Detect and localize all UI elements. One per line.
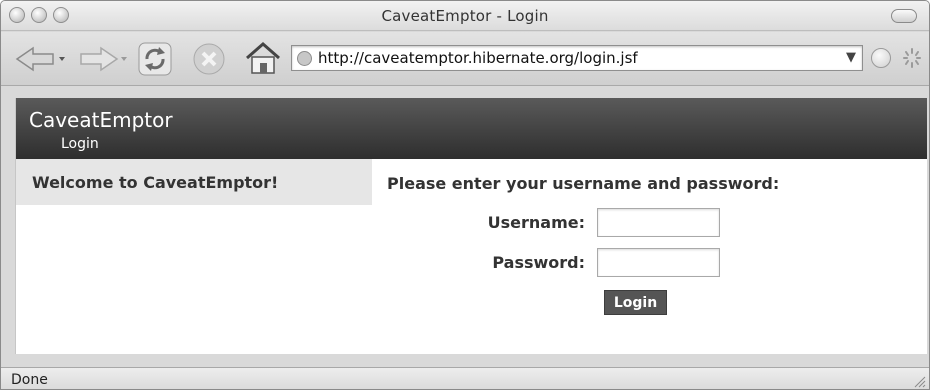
- login-button[interactable]: Login: [604, 290, 667, 315]
- page-viewport: CaveatEmptor Login Welcome to CaveatEmpt…: [15, 98, 927, 354]
- page-subtitle: Login: [61, 136, 99, 152]
- password-field[interactable]: [597, 248, 720, 277]
- globe-icon: [297, 51, 312, 66]
- toolbar-toggle-button[interactable]: [891, 9, 917, 23]
- site-header: CaveatEmptor Login: [16, 98, 927, 159]
- address-bar[interactable]: http://caveatemptor.hibernate.org/login.…: [291, 45, 863, 71]
- browser-toolbar: http://caveatemptor.hibernate.org/login.…: [1, 32, 929, 86]
- window-title: CaveatEmptor - Login: [381, 7, 549, 25]
- chevron-down-icon[interactable]: ▼: [846, 50, 856, 65]
- status-text: Done: [11, 372, 48, 388]
- site-name[interactable]: CaveatEmptor: [29, 108, 173, 132]
- title-bar: CaveatEmptor - Login: [1, 1, 929, 31]
- resize-grip-icon[interactable]: [912, 374, 926, 388]
- sidebar: Welcome to CaveatEmptor!: [16, 159, 372, 205]
- address-bar-url: http://caveatemptor.hibernate.org/login.…: [318, 49, 638, 67]
- forward-icon[interactable]: [73, 44, 129, 74]
- login-instructions: Please enter your username and password:: [387, 174, 780, 193]
- stop-icon[interactable]: [191, 41, 227, 77]
- browser-window: CaveatEmptor - Login http://caveatemptor…: [0, 0, 930, 390]
- go-icon[interactable]: [871, 48, 891, 68]
- spinner-icon: [903, 48, 921, 68]
- username-field[interactable]: [597, 208, 720, 237]
- password-label: Password:: [492, 253, 585, 272]
- status-bar: Done: [1, 367, 929, 389]
- back-icon[interactable]: [13, 44, 69, 74]
- reload-icon[interactable]: [137, 41, 173, 77]
- home-icon[interactable]: [244, 40, 282, 76]
- username-label: Username:: [487, 213, 585, 232]
- sidebar-title: Welcome to CaveatEmptor!: [32, 173, 279, 192]
